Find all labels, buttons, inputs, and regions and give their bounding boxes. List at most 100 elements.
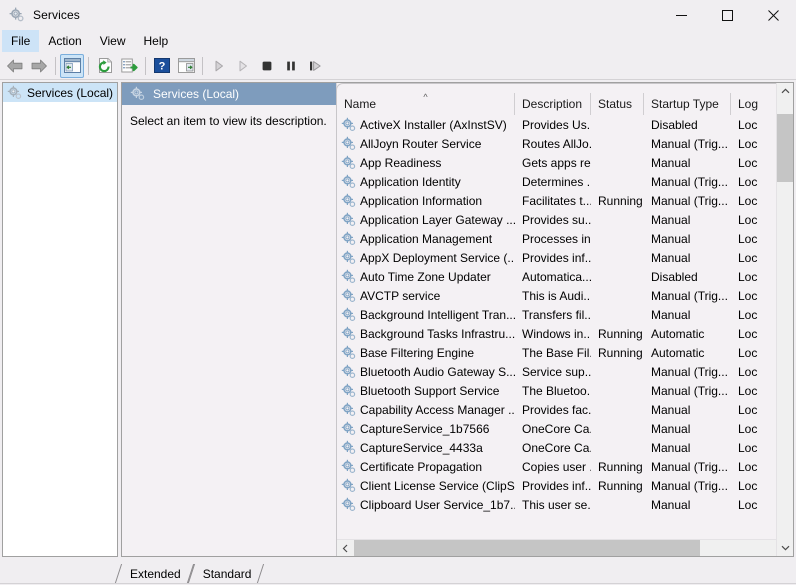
cell-name-label: Application Identity	[360, 174, 461, 189]
table-row[interactable]: Application Management Processes in... Man…	[337, 229, 793, 248]
cell-name: Bluetooth Support Service	[337, 383, 515, 399]
cell-log-on-as: Loc	[738, 269, 758, 284]
cell-description: Determines ...	[522, 174, 591, 189]
services-gear-icon	[130, 86, 146, 102]
toolbar-separator-2	[88, 56, 89, 75]
table-row[interactable]: App Readiness Gets apps re... Manual Loc	[337, 153, 793, 172]
tab-extended[interactable]: Extended	[114, 564, 194, 583]
cell-status: Running	[598, 459, 643, 474]
scroll-down-button[interactable]	[777, 539, 793, 556]
table-row[interactable]: Auto Time Zone Updater Automatica... Disab…	[337, 267, 793, 286]
pause-service-icon[interactable]	[279, 54, 303, 78]
services-gear-icon	[341, 345, 357, 361]
cell-log-on-as: Loc	[738, 440, 758, 455]
cell-name: Application Identity	[337, 174, 515, 190]
cell-startup-type: Manual	[651, 307, 691, 322]
resume-service-icon[interactable]	[231, 54, 255, 78]
back-arrow-icon[interactable]	[3, 54, 27, 78]
list-inner: ^ Name Description Status Startup Type L…	[336, 83, 793, 556]
vertical-scroll-track[interactable]	[777, 100, 793, 539]
table-row[interactable]: Clipboard User Service_1b7... This user s…	[337, 495, 793, 514]
column-header-description[interactable]: Description	[515, 93, 591, 115]
cell-description: Windows in...	[522, 326, 591, 341]
services-gear-icon	[341, 288, 357, 304]
cell-log-on-as: Loc	[738, 421, 758, 436]
cell-status: Running	[598, 326, 643, 341]
cell-log-on-as: Loc	[738, 478, 758, 493]
column-header-name[interactable]: ^ Name	[337, 93, 515, 115]
table-row[interactable]: Application Layer Gateway ... Provides su…	[337, 210, 793, 229]
horizontal-scroll-thumb[interactable]	[354, 540, 701, 556]
table-row[interactable]: Background Tasks Infrastru... Windows in.…	[337, 324, 793, 343]
cell-name: Bluetooth Audio Gateway S...	[337, 364, 515, 380]
table-row[interactable]: CaptureService_1b7566 OneCore Ca... Manual…	[337, 419, 793, 438]
horizontal-scroll-track[interactable]	[354, 540, 776, 556]
export-list-icon[interactable]	[117, 54, 141, 78]
menu-item-help[interactable]: Help	[135, 30, 178, 52]
tab-standard[interactable]: Standard	[187, 564, 265, 583]
refresh-icon[interactable]	[93, 54, 117, 78]
menu-item-view[interactable]: View	[91, 30, 135, 52]
restart-service-icon[interactable]	[303, 54, 327, 78]
cell-startup-type: Manual (Trig...	[651, 136, 728, 151]
cell-startup-type: Automatic	[651, 326, 705, 341]
stop-service-icon[interactable]	[255, 54, 279, 78]
cell-name: App Readiness	[337, 155, 515, 171]
table-row[interactable]: Bluetooth Support Service The Bluetoo... M…	[337, 381, 793, 400]
vertical-scroll-thumb[interactable]	[777, 114, 793, 182]
table-row[interactable]: CaptureService_4433a OneCore Ca... Manual L…	[337, 438, 793, 457]
maximize-button[interactable]	[704, 0, 750, 30]
table-row[interactable]: Application Identity Determines ... Manual…	[337, 172, 793, 191]
services-list-body[interactable]: ActiveX Installer (AxInstSV) Provides Us.…	[337, 115, 793, 539]
table-row[interactable]: AppX Deployment Service (... Provides inf…	[337, 248, 793, 267]
description-pane: Select an item to view its description.	[122, 105, 336, 556]
services-gear-icon	[341, 478, 357, 494]
table-row[interactable]: Capability Access Manager ... Provides fa…	[337, 400, 793, 419]
table-row[interactable]: Application Information Facilitates t... R…	[337, 191, 793, 210]
cell-name: Application Information	[337, 193, 515, 209]
table-row[interactable]: Client License Service (ClipS... Provides…	[337, 476, 793, 495]
column-header-status[interactable]: Status	[591, 93, 644, 115]
menu-bar: File Action View Help	[0, 30, 796, 52]
cell-name: CaptureService_1b7566	[337, 421, 515, 437]
services-gear-icon	[341, 155, 357, 171]
menu-item-action[interactable]: Action	[39, 30, 90, 52]
title-bar: Services	[0, 0, 796, 30]
menu-item-file[interactable]: File	[2, 30, 40, 52]
services-gear-icon	[341, 421, 357, 437]
scroll-up-button[interactable]	[777, 83, 793, 100]
column-header-startup-type-label: Startup Type	[651, 97, 719, 111]
sidebar-item-services-local[interactable]: Services (Local)	[3, 83, 117, 102]
minimize-button[interactable]	[658, 0, 704, 30]
tab-extended-label: Extended	[130, 566, 181, 581]
scroll-left-button[interactable]	[337, 540, 354, 556]
table-row[interactable]: Base Filtering Engine The Base Fil... Runn…	[337, 343, 793, 362]
close-button[interactable]	[750, 0, 796, 30]
cell-startup-type: Manual (Trig...	[651, 383, 728, 398]
table-row[interactable]: Background Intelligent Tran... Transfers …	[337, 305, 793, 324]
start-service-icon[interactable]	[207, 54, 231, 78]
column-header-log-on-as[interactable]: Log	[731, 93, 771, 115]
cell-description: Provides inf...	[522, 250, 591, 265]
description-text: Select an item to view its description.	[130, 114, 327, 128]
column-header-startup-type[interactable]: Startup Type	[644, 93, 731, 115]
cell-startup-type: Manual	[651, 421, 691, 436]
cell-log-on-as: Loc	[738, 193, 758, 208]
cell-name-label: Client License Service (ClipS...	[360, 478, 515, 493]
show-hide-console-tree-icon[interactable]	[60, 53, 84, 78]
cell-log-on-as: Loc	[738, 117, 758, 132]
help-icon[interactable]: ?	[150, 54, 174, 78]
table-row[interactable]: AVCTP service This is Audi... Manual (Trig…	[337, 286, 793, 305]
table-row[interactable]: Certificate Propagation Copies user ... Ru…	[337, 457, 793, 476]
horizontal-scrollbar[interactable]	[337, 539, 793, 556]
show-hide-action-pane-icon[interactable]	[174, 54, 198, 78]
vertical-scrollbar[interactable]	[776, 83, 793, 556]
table-row[interactable]: ActiveX Installer (AxInstSV) Provides Us.…	[337, 115, 793, 134]
table-row[interactable]: AllJoyn Router Service Routes AllJo... Man…	[337, 134, 793, 153]
cell-name-label: Auto Time Zone Updater	[360, 269, 491, 284]
cell-log-on-as: Loc	[738, 288, 758, 303]
services-gear-icon	[9, 7, 25, 23]
forward-arrow-icon[interactable]	[27, 54, 51, 78]
services-gear-icon	[341, 231, 357, 247]
table-row[interactable]: Bluetooth Audio Gateway S... Service sup.…	[337, 362, 793, 381]
